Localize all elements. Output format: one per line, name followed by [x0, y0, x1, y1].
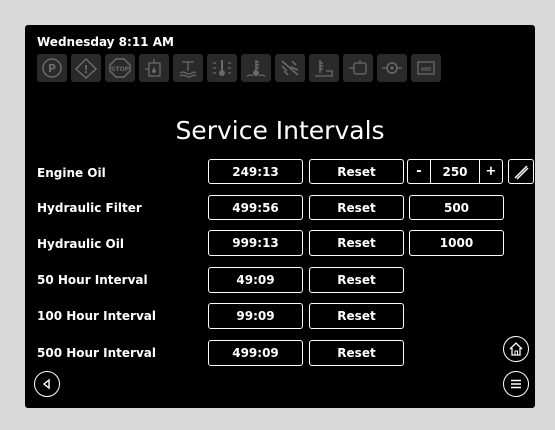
svg-text:!: !	[83, 63, 88, 76]
hydraulic-temp-icon	[207, 54, 237, 82]
row-label-50-hour: 50 Hour Interval	[37, 273, 148, 287]
hours-value-hydraulic-filter: 499:56	[208, 195, 303, 220]
row-label-100-hour: 100 Hour Interval	[37, 309, 156, 323]
reset-button-500-hour[interactable]: Reset	[309, 340, 404, 366]
hours-value-500-hour: 499:09	[208, 340, 303, 366]
hours-value-hydraulic-oil: 999:13	[208, 230, 303, 256]
row-label-hydraulic-oil: Hydraulic Oil	[37, 237, 124, 251]
engine-oil-icon	[377, 54, 407, 82]
coolant-level-icon	[173, 54, 203, 82]
pencil-icon	[514, 164, 529, 180]
chevron-left-icon	[42, 378, 50, 390]
stop-icon: STOP	[105, 54, 135, 82]
parking-brake-icon: P	[37, 54, 67, 82]
menu-icon	[511, 379, 521, 389]
air-filter-icon	[275, 54, 305, 82]
edit-button[interactable]	[508, 159, 534, 184]
reset-button-hydraulic-oil[interactable]: Reset	[309, 230, 404, 256]
reset-button-engine-oil[interactable]: Reset	[309, 159, 404, 184]
hours-value-100-hour: 99:09	[208, 303, 303, 329]
coolant-temp-icon	[241, 54, 271, 82]
menu-button[interactable]	[503, 371, 529, 397]
reset-button-100-hour[interactable]: Reset	[309, 303, 404, 329]
warning-triangle-icon: !	[71, 54, 101, 82]
row-label-engine-oil: Engine Oil	[37, 166, 106, 180]
interval-value-hydraulic-filter[interactable]: 500	[409, 195, 504, 220]
row-label-hydraulic-filter: Hydraulic Filter	[37, 201, 142, 215]
decrement-button[interactable]: -	[408, 160, 430, 183]
home-button[interactable]	[503, 336, 529, 362]
hours-value-50-hour: 49:09	[208, 267, 303, 293]
reset-button-hydraulic-filter[interactable]: Reset	[309, 195, 404, 220]
back-button[interactable]	[34, 371, 60, 397]
row-label-500-hour: 500 Hour Interval	[37, 346, 156, 360]
fuel-water-icon	[139, 54, 169, 82]
oil-pressure-icon	[343, 54, 373, 82]
home-icon	[509, 342, 523, 356]
reset-button-50-hour[interactable]: Reset	[309, 267, 404, 293]
status-datetime: Wednesday 8:11 AM	[37, 35, 174, 49]
increment-button[interactable]: +	[480, 160, 502, 183]
page-title: Service Intervals	[175, 116, 385, 145]
interval-stepper-engine-oil: - 250 +	[407, 159, 503, 184]
hydraulic-level-icon	[309, 54, 339, 82]
svg-text:STOP: STOP	[111, 66, 130, 73]
battery-icon	[411, 54, 441, 82]
svg-text:P: P	[48, 62, 56, 75]
stepper-value: 250	[430, 160, 480, 183]
interval-value-hydraulic-oil[interactable]: 1000	[409, 230, 504, 256]
warning-icon-strip: P ! STOP	[37, 54, 441, 82]
hours-value-engine-oil: 249:13	[208, 159, 303, 184]
screen: Wednesday 8:11 AM P ! STOP Service Inter…	[25, 25, 535, 408]
